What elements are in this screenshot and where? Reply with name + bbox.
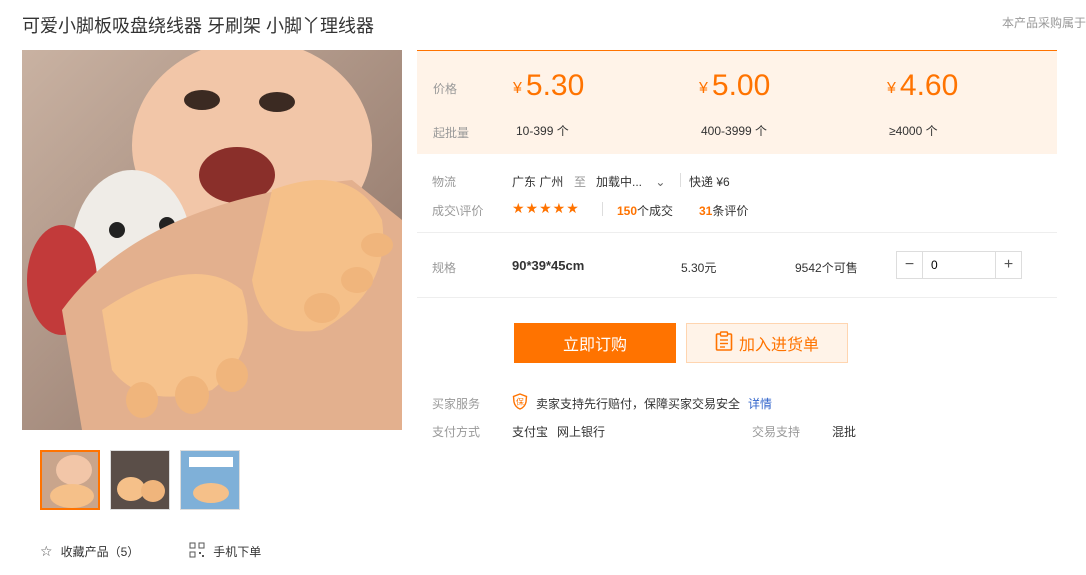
mobile-order-label: 手机下单 [213,545,262,559]
deals-count: 150 [617,204,638,218]
thumbnail-1[interactable] [40,450,100,510]
price-label: 价格 [433,82,458,96]
shield-icon: 保 [512,393,528,413]
add-to-cart-button[interactable]: 加入进货单 [686,323,848,363]
price-tier-1: ¥5.30 [513,69,585,102]
review-count: 31 [699,204,713,218]
thumbnail-strip [40,450,240,510]
plus-icon[interactable]: + [995,252,1021,278]
divider [417,297,1057,298]
price-tier-2: ¥5.00 [699,69,771,102]
trade-support-label: 交易支持 [752,425,801,439]
moq-tier-1: 10-399 个 [516,124,569,138]
svg-text:保: 保 [516,397,524,407]
price-tier-3: ¥4.60 [887,69,959,102]
thumbnail-3[interactable] [180,450,240,510]
moq-label: 起批量 [433,126,470,140]
spec-value: 90*39*45cm [512,258,585,273]
express-fee: 快递 ¥6 [689,175,730,189]
divider [602,202,603,216]
spec-price: 5.30元 [681,261,717,275]
moq-tier-2: 400-3999 个 [701,124,768,138]
add-to-cart-label: 加入进货单 [738,337,819,354]
divider [417,232,1057,233]
payment-label: 支付方式 [432,425,481,439]
clipboard-icon [715,330,733,356]
moq-tier-3: ≥4000 个 [889,124,938,138]
logistics-destination-select[interactable]: 加载中... ⌄ [596,173,665,190]
minus-icon[interactable]: − [897,252,923,278]
quantity-stepper: − + [896,251,1022,279]
star-outline-icon: ☆ [40,543,53,559]
logistics-from: 广东 广州 [512,175,564,189]
reviews-label: 成交\评价 [432,204,484,218]
review-suffix: 条评价 [712,204,749,218]
quantity-input[interactable] [923,252,995,278]
rating-stars: ★★★★★ [512,200,580,216]
payment-method-bank: 网上银行 [557,425,606,439]
spec-label: 规格 [432,261,457,275]
trade-support-value: 混批 [832,425,857,439]
destination-value: 加载中... [596,175,643,189]
bottom-links: ☆ 收藏产品（5） 手机下单 [40,542,261,561]
logistics-to-word: 至 [574,175,587,189]
favorite-label: 收藏产品（5） [60,545,140,559]
divider [680,173,681,187]
qr-code-icon [189,542,205,561]
thumbnail-2[interactable] [110,450,170,510]
reviews-link[interactable]: 31条评价 [699,202,748,219]
service-text: 卖家支持先行赔付，保障买家交易安全 [536,396,741,411]
product-title: 可爱小脚板吸盘绕线器 牙刷架 小脚丫理线器 [22,16,374,36]
service-label: 买家服务 [432,397,481,411]
deals-suffix: 个成交 [637,204,674,218]
favorite-link[interactable]: ☆ 收藏产品（5） [40,542,139,561]
deals-link[interactable]: 150个成交 [617,202,673,219]
logistics-label: 物流 [432,175,457,189]
payment-method-alipay: 支付宝 [512,425,549,439]
mobile-order-link[interactable]: 手机下单 [189,542,261,561]
price-box: 价格 起批量 ¥5.30 ¥5.00 ¥4.60 10-399 个 400-39… [417,50,1057,154]
buy-now-button[interactable]: 立即订购 [514,323,676,363]
header-note: 本产品采购属于 [1001,16,1086,30]
main-product-image[interactable] [22,50,402,430]
chevron-down-icon: ⌄ [655,175,666,189]
service-info: 保 卖家支持先行赔付，保障买家交易安全 详情 [512,393,772,413]
service-detail-link[interactable]: 详情 [748,395,772,412]
spec-stock: 9542个可售 [795,261,858,275]
